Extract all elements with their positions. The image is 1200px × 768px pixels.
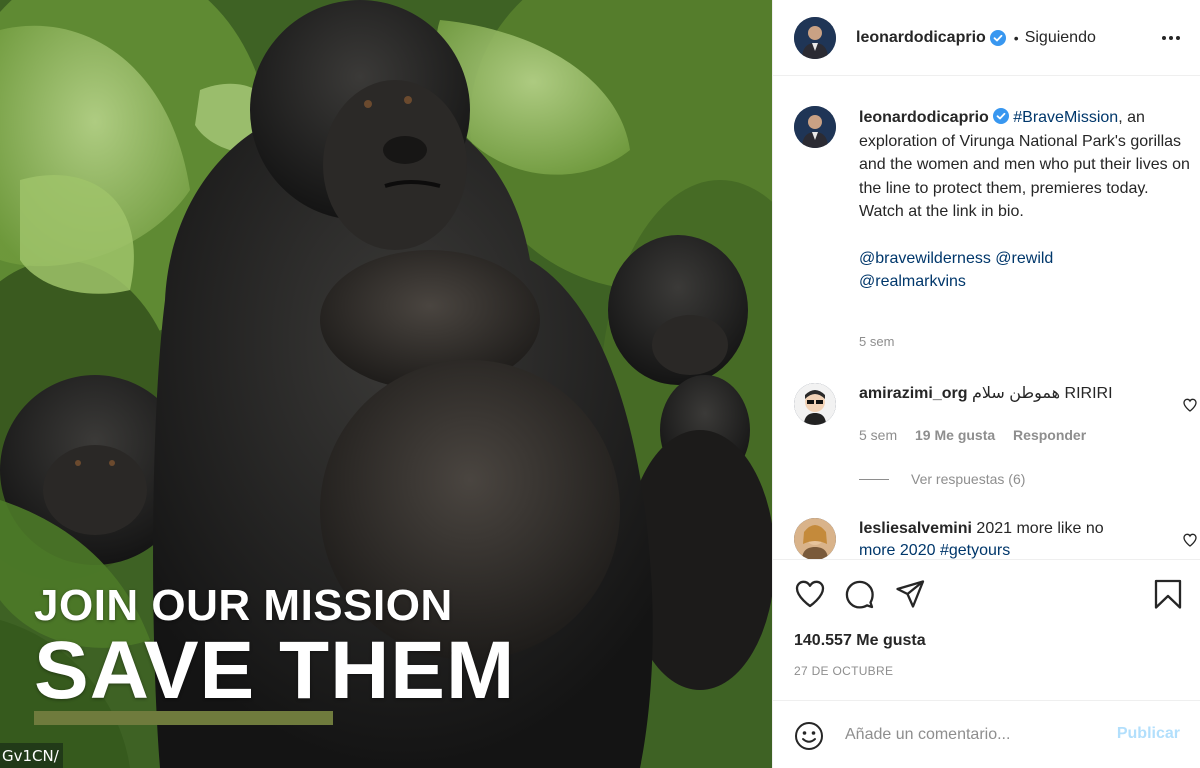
avatar-cartoon-icon — [794, 383, 836, 425]
comments-area[interactable]: leonardodicaprio #BraveMission, an explo… — [773, 77, 1200, 559]
post-date[interactable]: 27 DE OCTUBRE — [794, 664, 893, 678]
url-fragment-tag: Gv1CN/ — [0, 743, 63, 768]
caption-hashtag[interactable]: #BraveMission — [1013, 109, 1118, 126]
comment-icon[interactable] — [843, 578, 875, 610]
caption-timestamp[interactable]: 5 sem — [859, 334, 894, 349]
headline-line-1: JOIN OUR MISSION — [34, 581, 453, 630]
comment-body-continued: more 2020 #getyours — [859, 542, 1011, 559]
post-header: leonardodicaprio • Siguiendo — [773, 0, 1200, 76]
avatar-portrait-icon — [794, 16, 836, 59]
add-comment-bar: Publicar — [773, 700, 1200, 768]
headline-line-2: SAVE THEM — [34, 625, 516, 716]
commenter-avatar[interactable] — [794, 383, 836, 425]
mentions-line-2[interactable]: @realmarkvins — [859, 270, 1194, 294]
view-replies-label[interactable]: Ver respuestas (6) — [911, 471, 1025, 487]
heart-icon[interactable] — [794, 578, 826, 610]
author-avatar[interactable] — [794, 16, 836, 59]
caption-username[interactable]: leonardodicaprio — [859, 109, 989, 126]
comment-input[interactable] — [845, 721, 1105, 749]
comment-meta: 5 sem 19 Me gusta Responder — [859, 427, 1100, 443]
commenter-username[interactable]: amirazimi_org — [859, 385, 967, 402]
caption-mentions: @bravewilderness @rewild @realmarkvins — [859, 247, 1194, 294]
post-side-panel: leonardodicaprio • Siguiendo leonardodic… — [772, 0, 1200, 768]
replies-line — [859, 478, 889, 480]
more-options-icon[interactable] — [1159, 26, 1183, 50]
image-headline: JOIN OUR MISSION SAVE THEM — [34, 584, 515, 712]
headline-accent-bar — [34, 711, 333, 725]
header-separator: • — [1013, 29, 1019, 46]
post-actions: 140.557 Me gusta 27 DE OCTUBRE — [773, 559, 1200, 700]
comment-like-heart-icon[interactable] — [1182, 397, 1198, 413]
following-button[interactable]: Siguiendo — [1025, 29, 1096, 47]
post-image[interactable]: JOIN OUR MISSION SAVE THEM Gv1CN/ — [0, 0, 772, 768]
mentions-line-1[interactable]: @bravewilderness @rewild — [859, 247, 1194, 271]
comment-body: 2021 more like no — [976, 520, 1104, 537]
comment-likes[interactable]: 19 Me gusta — [915, 427, 995, 443]
caption-author-avatar[interactable] — [794, 106, 836, 148]
reply-button[interactable]: Responder — [1013, 427, 1086, 443]
verified-badge-icon — [989, 29, 1006, 46]
likes-count[interactable]: 140.557 Me gusta — [794, 632, 926, 650]
verified-badge-icon — [992, 108, 1009, 124]
comment-body: هموطن سلام RIRIRI — [971, 385, 1113, 402]
share-icon[interactable] — [894, 578, 926, 610]
comment-like-heart-icon[interactable] — [1182, 532, 1198, 548]
author-username[interactable]: leonardodicaprio — [856, 29, 986, 47]
comment-text: lesliesalvemini 2021 more like no more 2… — [859, 518, 1169, 559]
caption-text: leonardodicaprio #BraveMission, an explo… — [859, 106, 1194, 294]
avatar-portrait-icon — [794, 106, 836, 148]
commenter-username[interactable]: lesliesalvemini — [859, 520, 972, 537]
post-comment-button[interactable]: Publicar — [1117, 725, 1180, 743]
bookmark-icon[interactable] — [1152, 578, 1184, 610]
commenter-avatar[interactable] — [794, 518, 836, 559]
comment-text: amirazimi_org هموطن سلام RIRIRI — [859, 383, 1169, 405]
comment-time[interactable]: 5 sem — [859, 427, 897, 443]
avatar-portrait-icon — [794, 518, 836, 559]
emoji-icon[interactable] — [794, 721, 824, 751]
view-replies[interactable]: Ver respuestas (6) — [859, 471, 1025, 487]
